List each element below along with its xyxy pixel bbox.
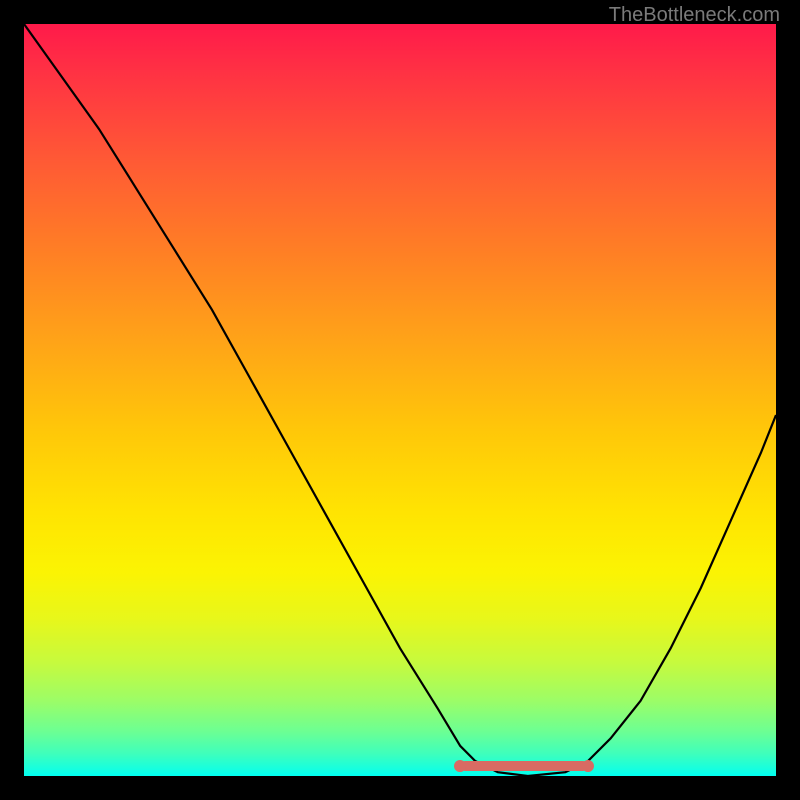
bottleneck-curve [24,24,776,776]
watermark-text: TheBottleneck.com [609,4,780,27]
trough-dot-right [582,760,594,772]
curve-svg [24,24,776,776]
trough-marker [460,761,588,771]
plot-area [24,24,776,776]
